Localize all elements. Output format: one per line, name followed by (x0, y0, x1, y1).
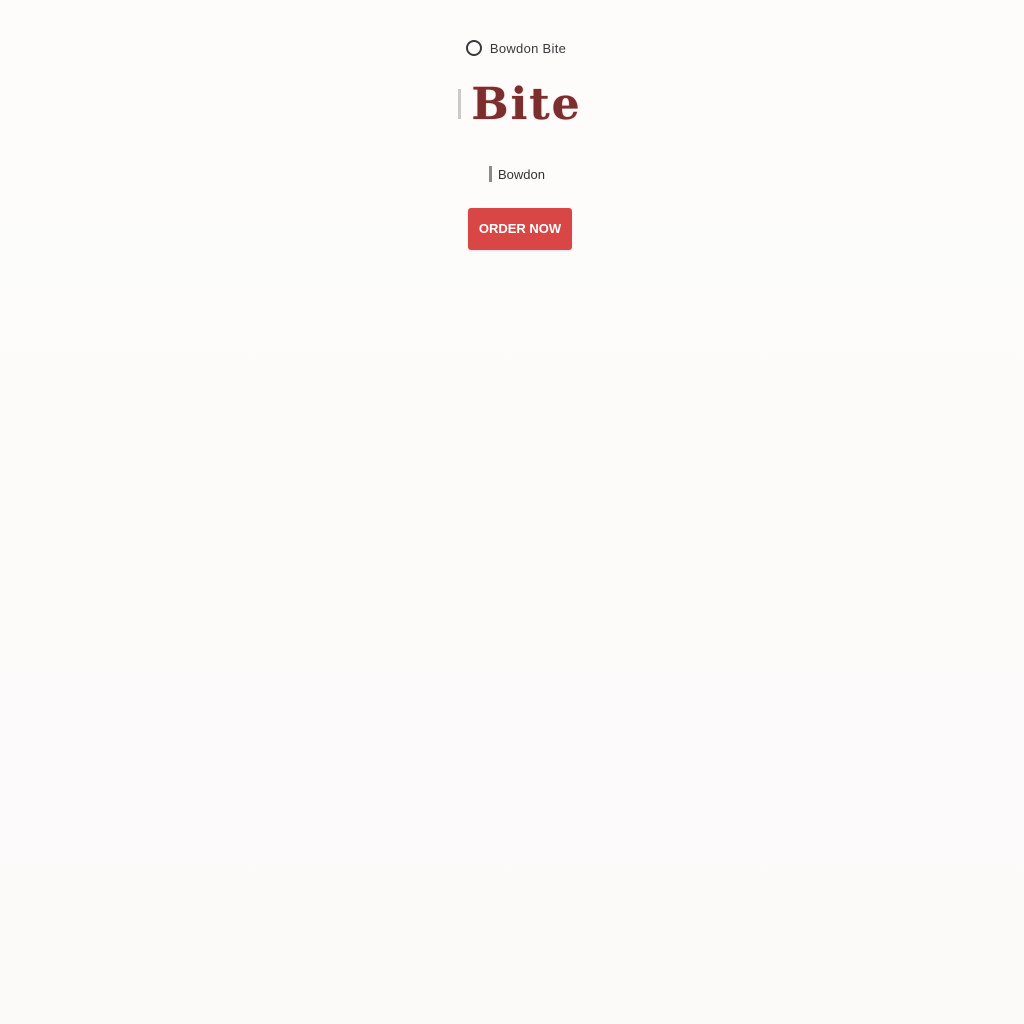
meta-bar-icon (489, 166, 492, 182)
page: Bowdon Bite Bite Bowdon ORDER NOW (0, 0, 1024, 1024)
order-button[interactable]: ORDER NOW (468, 208, 572, 250)
landing-card: Bowdon Bite Bite Bowdon ORDER NOW (362, 26, 678, 586)
brand-divider (458, 89, 462, 119)
meta-label: Bowdon (498, 166, 545, 182)
brand-logo: Bite (471, 78, 582, 130)
brand-block: Bite (362, 76, 678, 132)
header: Bowdon Bite (362, 36, 678, 60)
header-brand[interactable]: Bowdon Bite (490, 41, 566, 56)
meta-row: Bowdon (362, 166, 678, 182)
logo-circle-icon (465, 40, 482, 56)
